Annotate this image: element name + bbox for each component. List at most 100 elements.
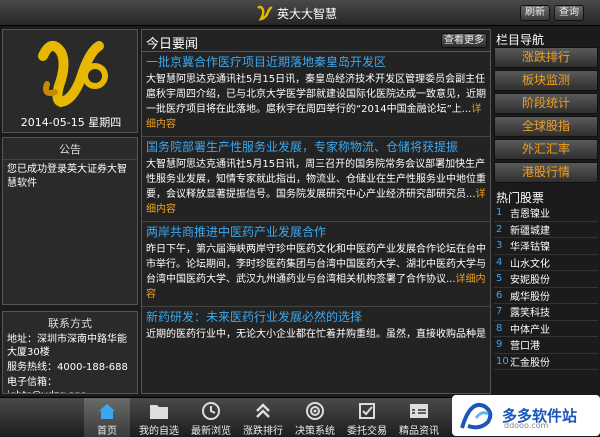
target-icon (306, 402, 324, 420)
tab-label: 最新浏览 (191, 426, 231, 437)
tab-label: 我的自选 (139, 426, 179, 437)
hot-title: 热门股票 (496, 191, 545, 205)
nav-item-sector-monitor[interactable]: 板块监测 (494, 70, 598, 91)
list-item[interactable]: 3 华泽钴镍 (494, 238, 598, 255)
tab-decision[interactable]: 决策系统 (292, 398, 338, 437)
news-article: 一批京冀合作医疗项目近期落地秦皇岛开发区 大智慧阿思达克通讯社5月15日讯，秦皇… (142, 52, 490, 137)
stock-name: 露笑科技 (510, 308, 550, 320)
news-article: 两岸共商推进中医药产业发展合作 昨日下午，第六届海峡两岸守珍中医药文化和中医药产… (142, 222, 490, 307)
rank: 5 (496, 273, 503, 285)
rank: 1 (496, 207, 503, 219)
list-item[interactable]: 10 汇金股份 (494, 354, 598, 370)
app-title: 英大大智慧 (277, 6, 338, 21)
nav-item-forex[interactable]: 外汇汇率 (494, 139, 598, 160)
news-panel: 今日要闻 查看更多 一批京冀合作医疗项目近期落地秦皇岛开发区 大智慧阿思达克通讯… (141, 29, 491, 394)
query-button[interactable]: 查询 (554, 5, 584, 21)
news-header: 今日要闻 查看更多 (142, 30, 490, 52)
folder-icon (150, 405, 168, 419)
stock-name: 新疆城建 (510, 225, 550, 237)
news-article: 国务院部署生产性服务业发展，专家称物流、仓储将获提振 大智慧阿思达克通讯社5月1… (142, 137, 490, 222)
contact-panel: 联系方式 地址：深圳市深南中路华能大厦30楼 服务热线：4000-188-688… (2, 311, 138, 394)
stock-name: 山水文化 (510, 258, 550, 270)
left-sidebar: 2014-05-15 星期四 公告 您已成功登录英大证券大智慧软件 联系方式 地… (2, 29, 138, 394)
current-date: 2014-05-15 星期四 (20, 116, 122, 129)
rank: 6 (496, 289, 503, 301)
rank: 8 (496, 322, 503, 334)
tab-label: 首页 (97, 426, 117, 437)
list-item[interactable]: 6 威华股份 (494, 288, 598, 304)
brand-logo-icon (38, 41, 108, 108)
stock-name: 营口港 (510, 341, 540, 353)
tab-label: 决策系统 (295, 426, 335, 437)
news-title: 今日要闻 (146, 37, 199, 52)
app-brand: 英大大智慧 (256, 4, 337, 22)
article-body: 近期的医药行业中，无论大小企业都在忙着并购重组。虽然，直接收购品种是 (146, 327, 486, 342)
rank: 10 (496, 355, 509, 367)
article-text: 大智慧阿思达克通讯社5月15日讯，秦皇岛经济技术开发区管理委员会副主任扈秋宇周四… (146, 74, 486, 115)
nav-item-hk-stocks[interactable]: 港股行情 (494, 162, 598, 183)
news-icon (410, 404, 428, 418)
right-sidebar: 栏目导航 涨跌排行 板块监测 阶段统计 全球股指 外汇汇率 港股行情 热门股票 … (494, 29, 598, 394)
list-item[interactable]: 7 露笑科技 (494, 304, 598, 321)
clock-icon (202, 402, 220, 420)
stock-name: 中体产业 (510, 324, 550, 336)
rank: 3 (496, 240, 503, 252)
nav-item-period-stats[interactable]: 阶段统计 (494, 93, 598, 114)
tab-recent[interactable]: 最新浏览 (188, 398, 234, 437)
article-body: 大智慧阿思达克通讯社5月15日讯，周三召开的国务院常务会议部署加快生产性服务业发… (146, 157, 486, 217)
list-item[interactable]: 4 山水文化 (494, 255, 598, 271)
list-item[interactable]: 9 营口港 (494, 337, 598, 354)
article-text: 昨日下午，第六届海峡两岸守珍中医药文化和中医药产业发展合作论坛在台中市举行。论坛… (146, 244, 486, 285)
rank: 4 (496, 256, 503, 268)
nav-title: 栏目导航 (496, 33, 545, 47)
stock-name: 威华股份 (510, 291, 550, 303)
logo-icon (257, 5, 273, 21)
news-article: 新药研发：未来医药行业发展必然的选择 近期的医药行业中，无论大小企业都在忙着并购… (142, 307, 490, 346)
contact-hotline: 服务热线：4000-188-688 (7, 362, 128, 373)
nav-item-global-index[interactable]: 全球股指 (494, 116, 598, 137)
list-item[interactable]: 8 中体产业 (494, 321, 598, 337)
tab-watchlist[interactable]: 我的自选 (136, 398, 182, 437)
list-item[interactable]: 5 安妮股份 (494, 271, 598, 288)
rank: 9 (496, 339, 503, 351)
tab-ranking[interactable]: 涨跌排行 (240, 398, 286, 437)
hot-stocks: 热门股票 1 吉恩镍业 2 新疆城建 3 华泽钴镍 4 山水文化 5 安妮股份 6 威华股份… (494, 187, 598, 370)
tab-label: 精品资讯 (399, 426, 439, 437)
article-title[interactable]: 国务院部署生产性服务业发展，专家称物流、仓储将获提振 (146, 139, 486, 155)
logo-panel: 2014-05-15 星期四 (2, 29, 138, 133)
article-body: 大智慧阿思达克通讯社5月15日讯，秦皇岛经济技术开发区管理委员会副主任扈秋宇周四… (146, 72, 486, 132)
article-text: 近期的医药行业中，无论大小企业都在忙着并购重组。虽然，直接收购品种是 (146, 329, 486, 340)
article-text: 大智慧阿思达克通讯社5月15日讯，周三召开的国务院常务会议部署加快生产性服务业发… (146, 159, 486, 200)
rank: 7 (496, 306, 503, 318)
double-chevron-up-icon (256, 403, 270, 418)
watermark-site: ddooo.com (504, 421, 549, 430)
article-title[interactable]: 新药研发：未来医药行业发展必然的选择 (146, 309, 486, 325)
home-icon (99, 404, 115, 419)
rank: 2 (496, 223, 503, 235)
tab-label: 委托交易 (347, 426, 387, 437)
stock-name: 华泽钴镍 (510, 242, 550, 254)
top-bar: 英大大智慧 刷新 查询 (0, 0, 600, 26)
article-title[interactable]: 一批京冀合作医疗项目近期落地秦皇岛开发区 (146, 54, 486, 70)
stock-name: 吉恩镍业 (510, 209, 550, 221)
checkbox-icon (359, 403, 375, 419)
notice-text: 您已成功登录英大证券大智慧软件 (7, 164, 127, 189)
tab-label: 涨跌排行 (243, 426, 283, 437)
article-title[interactable]: 两岸共商推进中医药产业发展合作 (146, 224, 486, 240)
refresh-button[interactable]: 刷新 (520, 5, 550, 21)
nav-item-gainers[interactable]: 涨跌排行 (494, 47, 598, 68)
article-body: 昨日下午，第六届海峡两岸守珍中医药文化和中医药产业发展合作论坛在台中市举行。论坛… (146, 242, 486, 302)
notice-panel: 公告 您已成功登录英大证券大智慧软件 (2, 137, 138, 305)
stock-name: 安妮股份 (510, 275, 550, 287)
contact-email: 电子信箱：jqbts@ydzq.sqc (7, 377, 86, 393)
list-item[interactable]: 2 新疆城建 (494, 222, 598, 238)
watermark: 多多软件站 ddooo.com (452, 395, 600, 436)
list-item[interactable]: 1 吉恩镍业 (494, 205, 598, 222)
contact-address: 地址：深圳市深南中路华能大厦30楼 (7, 334, 127, 358)
tab-premium-news[interactable]: 精品资讯 (396, 398, 442, 437)
tab-trading[interactable]: 委托交易 (344, 398, 390, 437)
notice-title: 公告 (3, 141, 137, 160)
tab-home[interactable]: 首页 (84, 398, 130, 437)
contact-title: 联系方式 (48, 317, 92, 330)
view-more-button[interactable]: 查看更多 (441, 33, 487, 48)
